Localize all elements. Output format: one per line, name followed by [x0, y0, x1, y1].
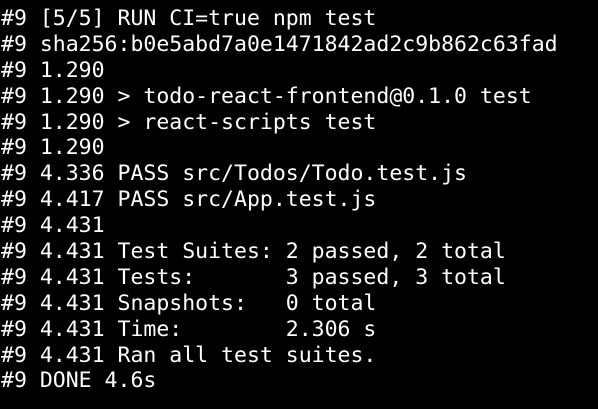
terminal-line: #9 4.431 — [1, 213, 105, 239]
terminal-output[interactable]: #9 [5/5] RUN CI=true npm test #9 sha256:… — [0, 0, 598, 409]
terminal-line: #9 DONE 4.6s — [1, 368, 157, 394]
terminal-line: #9 4.417 PASS src/App.test.js — [1, 187, 377, 213]
terminal-line: #9 4.431 Ran all test suites. — [1, 342, 377, 368]
terminal-line: #9 4.431 Snapshots: 0 total — [1, 290, 377, 316]
terminal-line: #9 4.431 Test Suites: 2 passed, 2 total — [1, 239, 506, 265]
terminal-line: #9 1.290 > react-scripts test — [1, 109, 377, 135]
terminal-line: #9 1.290 — [1, 135, 105, 161]
terminal-line: #9 1.290 — [1, 57, 105, 83]
terminal-line: #9 [5/5] RUN CI=true npm test — [1, 6, 377, 31]
terminal-line: #9 4.431 Time: 2.306 s — [1, 316, 377, 342]
terminal-line: #9 4.336 PASS src/Todos/Todo.test.js — [1, 161, 467, 187]
terminal-line: #9 1.290 > todo-react-frontend@0.1.0 tes… — [1, 83, 532, 109]
terminal-line: #9 4.431 Tests: 3 passed, 3 total — [1, 264, 506, 290]
terminal-line: #9 sha256:b0e5abd7a0e1471842ad2c9b862c63… — [1, 31, 558, 57]
